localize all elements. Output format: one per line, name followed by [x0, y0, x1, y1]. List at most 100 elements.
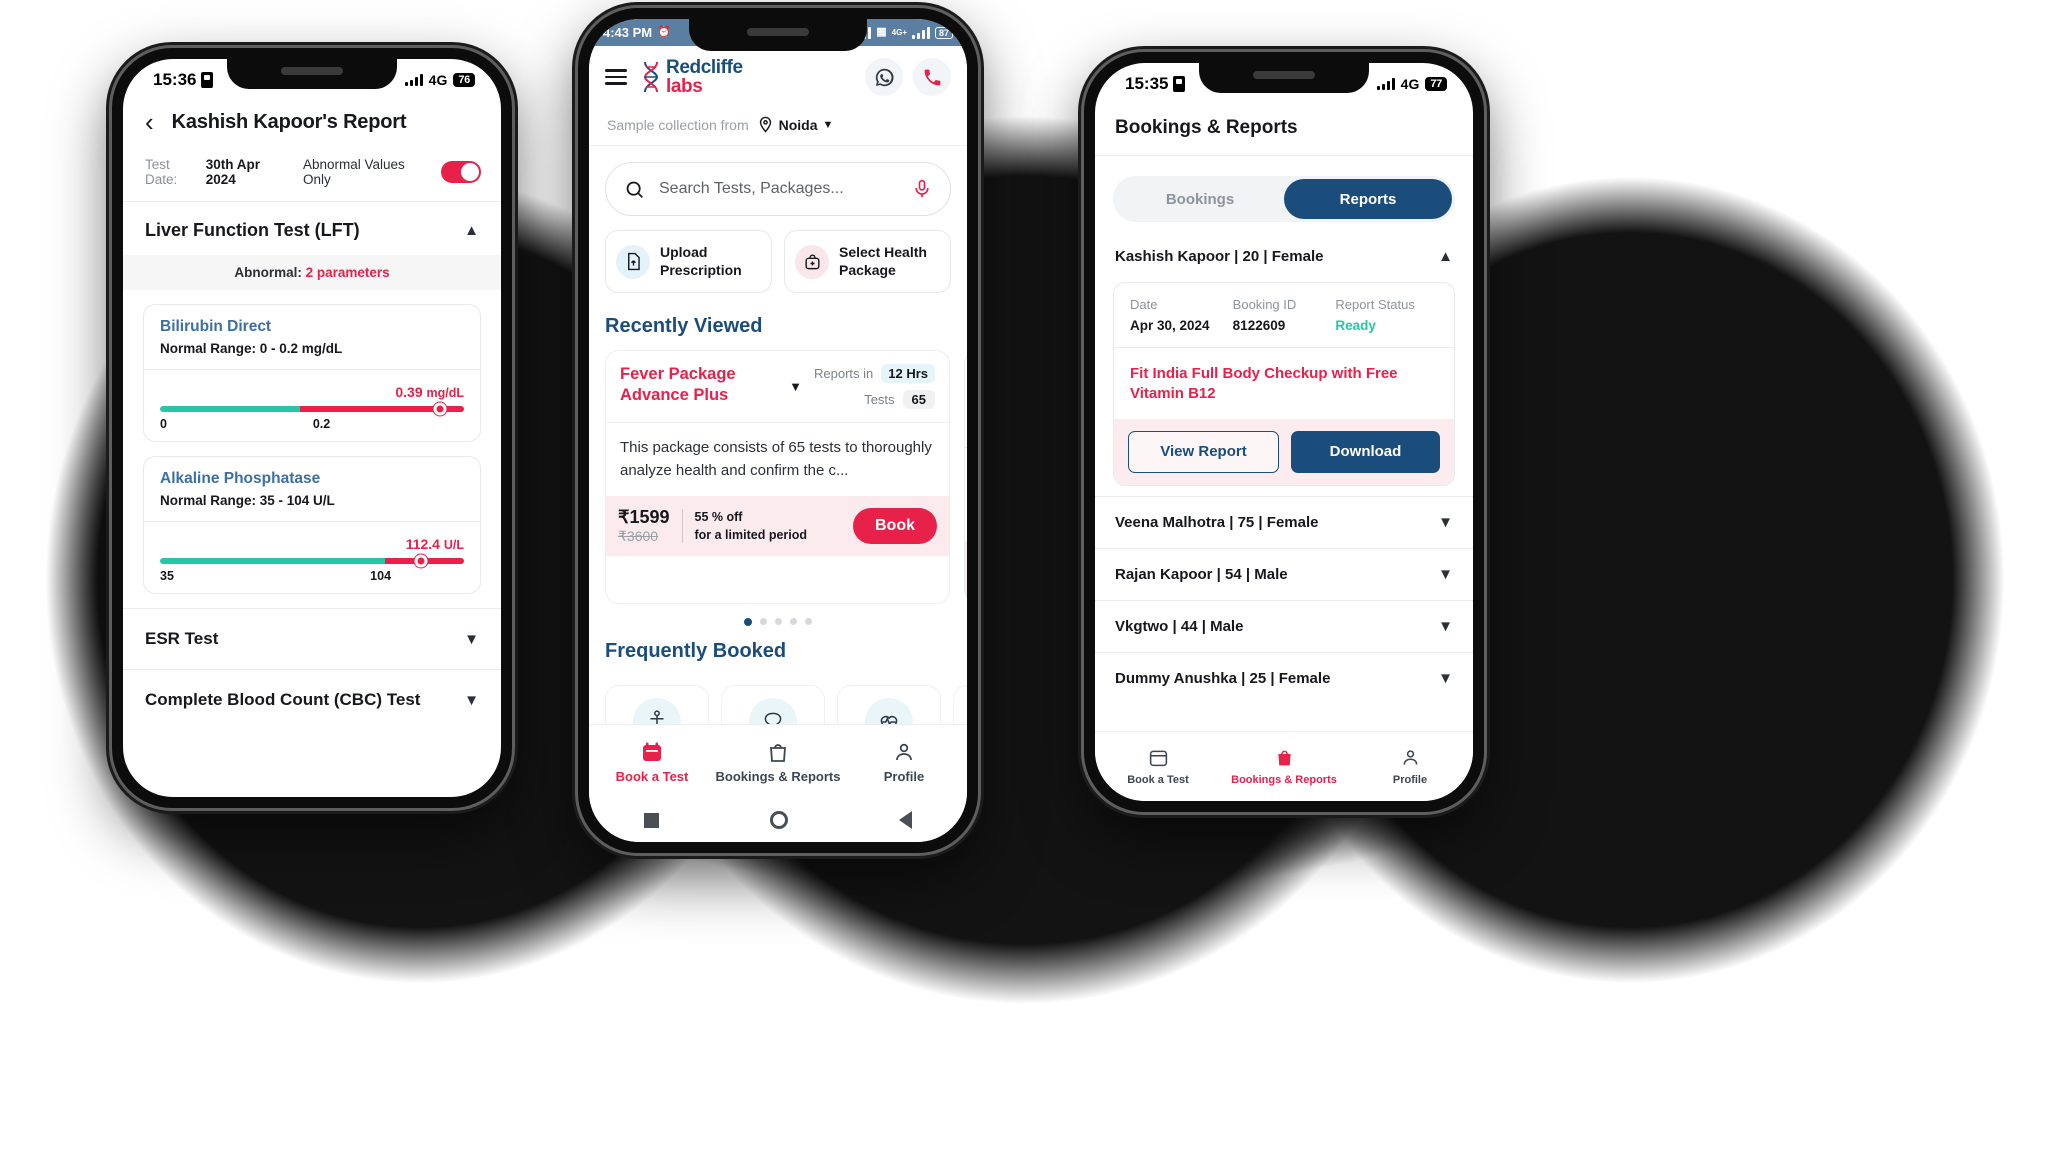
city-name: Noida	[778, 116, 818, 133]
carousel-dot-2[interactable]	[760, 618, 767, 625]
package-card[interactable]: Fever Package Advance Plus ▼ Reports in 1…	[605, 350, 950, 604]
section-header-lft[interactable]: Liver Function Test (LFT) ▲	[123, 202, 501, 255]
nav-profile[interactable]: Profile	[1347, 747, 1473, 786]
tab-reports[interactable]: Reports	[1284, 179, 1452, 219]
person-icon	[1403, 750, 1417, 765]
range-slider	[160, 402, 464, 416]
nav-label: Book a Test	[615, 768, 689, 784]
chevron-up-icon[interactable]: ▲	[464, 222, 479, 239]
back-icon[interactable]	[898, 811, 912, 829]
carousel-dots[interactable]	[589, 604, 967, 626]
search-input[interactable]: Search Tests, Packages...	[605, 162, 951, 216]
section-title: Liver Function Test (LFT)	[145, 220, 360, 240]
nav-bookings-reports[interactable]: Bookings & Reports	[715, 740, 841, 784]
status-badge: Ready	[1335, 318, 1376, 333]
nav-book-a-test[interactable]: Book a Test	[589, 740, 715, 784]
recently-viewed-title: Recently Viewed	[605, 315, 763, 337]
tab-bookings[interactable]: Bookings	[1116, 179, 1284, 219]
carousel-dot-1[interactable]	[744, 618, 752, 626]
chevron-down-icon[interactable]: ▼	[464, 631, 479, 648]
chevron-down-icon[interactable]: ▼	[1438, 670, 1453, 687]
section-title: ESR Test	[145, 629, 219, 648]
search-icon	[626, 181, 643, 198]
chevron-down-icon[interactable]: ▼	[1438, 514, 1453, 531]
report-card: Date Apr 30, 2024 Booking ID 8122609 Rep…	[1113, 282, 1455, 486]
patient-name: Kashish Kapoor | 20 | Female	[1115, 248, 1324, 265]
recently-viewed-carousel[interactable]: Fever Package Advance Plus ▼ Reports in 1…	[589, 350, 967, 604]
abnormal-toggle-label: Abnormal Values Only	[302, 157, 405, 187]
abnormal-values-toggle[interactable]	[441, 161, 481, 183]
select-health-package-button[interactable]: Select Health Package	[784, 230, 951, 293]
recents-icon[interactable]	[644, 812, 660, 828]
chevron-up-icon[interactable]: ▲	[1438, 248, 1453, 265]
carousel-dot-3[interactable]	[775, 618, 782, 625]
download-button[interactable]: Download	[1291, 430, 1440, 473]
page-title: Bookings & Reports	[1095, 99, 1473, 156]
section-header-cbc[interactable]: Complete Blood Count (CBC) Test ▼	[123, 669, 501, 730]
report-header: ‹ Kashish Kapoor's Report	[123, 95, 501, 153]
chevron-down-icon[interactable]: ▼	[1438, 566, 1453, 583]
book-button[interactable]: Book	[853, 508, 937, 544]
slider-normal-zone	[160, 406, 300, 412]
sim-icon	[1173, 76, 1186, 92]
left-screen: 15:36 4G 76 ‹ Kashish Kapoor's Report Te…	[123, 59, 501, 797]
hamburger-icon[interactable]	[605, 69, 627, 85]
status-time: 15:35	[1125, 74, 1169, 93]
nav-book-a-test[interactable]: Book a Test	[1095, 747, 1221, 786]
patient-row-vkgtwo[interactable]: Vkgtwo | 44 | Male ▼	[1095, 599, 1473, 652]
abnormal-summary: Abnormal: 2 parameters	[123, 255, 501, 290]
chevron-down-icon[interactable]: ▼	[789, 379, 802, 394]
parameter-unit: U/L	[443, 538, 464, 552]
nav-profile[interactable]: Profile	[841, 740, 967, 784]
home-icon[interactable]	[769, 811, 788, 829]
view-report-button[interactable]: View Report	[1128, 430, 1279, 473]
sample-collection-row[interactable]: Sample collection from Noida ▼	[589, 108, 967, 146]
upload-prescription-button[interactable]: Upload Prescription	[605, 230, 772, 293]
package-card-next[interactable]	[964, 350, 967, 604]
parameter-gauge: 112.4 U/L 35 104	[144, 521, 480, 593]
carousel-dot-5[interactable]	[805, 618, 812, 625]
test-date-label: Test Date:	[145, 157, 178, 187]
nav-bookings-reports[interactable]: Bookings & Reports	[1221, 747, 1347, 786]
brand-name-line1: Redcliffe	[666, 57, 743, 78]
nav-label: Book a Test	[1127, 774, 1189, 786]
notch	[227, 59, 397, 89]
patient-name: Dummy Anushka | 25 | Female	[1115, 669, 1331, 687]
slider-ticks: 35 104	[160, 569, 391, 583]
signal-icon	[1376, 78, 1395, 90]
report-col-status: Report Status Ready	[1335, 297, 1438, 333]
bottom-navigation: Book a Test Bookings & Reports Profile	[589, 724, 967, 798]
abnormal-count: 2 parameters	[305, 265, 390, 280]
chevron-down-icon[interactable]: ▼	[1438, 618, 1453, 635]
section-title: Complete Blood Count (CBC) Test	[145, 690, 421, 709]
patient-row-dummy-anushka[interactable]: Dummy Anushka | 25 | Female ▼	[1095, 651, 1473, 704]
parameter-range: Normal Range: 35 - 104 U/L	[160, 493, 335, 508]
phone-call-icon[interactable]	[913, 58, 951, 96]
brand-logo: Redcliffe labs	[641, 58, 743, 96]
nav-label: Profile	[1392, 774, 1428, 786]
section-header-esr[interactable]: ESR Test ▼	[123, 608, 501, 669]
microphone-icon[interactable]	[912, 179, 932, 199]
network-label: 4G	[428, 72, 448, 88]
network-label: 4G	[1400, 76, 1420, 92]
chevron-down-icon[interactable]: ▼	[464, 692, 479, 709]
whatsapp-icon[interactable]	[865, 58, 903, 96]
parameter-value: 112.4 U/L	[405, 536, 464, 552]
segmented-control: Bookings Reports	[1113, 176, 1455, 222]
patient-name: Rajan Kapoor | 54 | Male	[1115, 565, 1288, 583]
patient-row-veena[interactable]: Veena Malhotra | 75 | Female ▼	[1095, 495, 1473, 548]
parameter-info: Bilirubin Direct Normal Range: 0 - 0.2 m…	[144, 305, 480, 369]
report-meta-grid: Date Apr 30, 2024 Booking ID 8122609 Rep…	[1114, 283, 1454, 347]
col-header: Booking ID	[1232, 297, 1297, 312]
patient-row-kashish[interactable]: Kashish Kapoor | 20 | Female ▲	[1095, 222, 1473, 282]
sim-icon	[201, 72, 214, 88]
phone-center-home: 4:43 PM ⏰ ⦾ ▦ ▦ 4G+ 87	[578, 8, 978, 853]
chevron-down-icon[interactable]: ▼	[823, 119, 834, 131]
right-screen: 15:35 4G 77 Bookings & Reports Bookings …	[1095, 63, 1473, 801]
battery-badge: 87	[934, 26, 953, 39]
carousel-dot-4[interactable]	[790, 618, 797, 625]
city-selector[interactable]: Noida ▼	[757, 116, 834, 133]
tick-high: 104	[370, 569, 392, 583]
patient-row-rajan[interactable]: Rajan Kapoor | 54 | Male ▼	[1095, 547, 1473, 600]
chevron-left-icon[interactable]: ‹	[145, 109, 154, 135]
